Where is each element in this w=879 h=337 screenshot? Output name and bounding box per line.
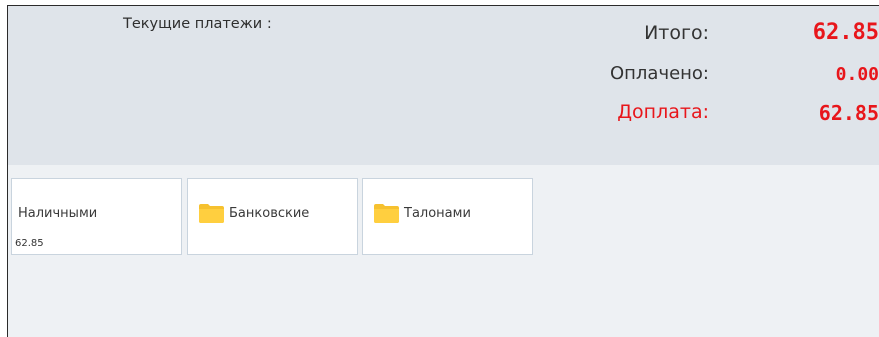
due-value: 62.85: [818, 101, 879, 125]
payment-method-amount: 62.85: [15, 238, 44, 249]
payment-panel: Текущие платежи : Итого: 62.85 Оплачено:…: [7, 5, 879, 337]
current-payments-label: Текущие платежи :: [123, 16, 272, 32]
payment-summary: Текущие платежи : Итого: 62.85 Оплачено:…: [8, 6, 879, 165]
payment-method-label: Талонами: [404, 206, 471, 221]
paid-label: Оплачено:: [609, 63, 709, 84]
total-label: Итого:: [644, 22, 709, 44]
payment-method-bank[interactable]: Банковские: [187, 178, 358, 255]
payment-method-coupons[interactable]: Талонами: [362, 178, 533, 255]
due-label: Доплата:: [617, 101, 709, 123]
payment-method-label: Банковские: [229, 206, 310, 221]
payment-method-cash[interactable]: Наличными 62.85: [11, 178, 182, 255]
folder-icon: [374, 204, 399, 223]
total-value: 62.85: [812, 20, 879, 45]
payment-method-label: Наличными: [18, 206, 98, 221]
folder-icon: [199, 204, 224, 223]
paid-value: 0.00: [835, 64, 879, 85]
